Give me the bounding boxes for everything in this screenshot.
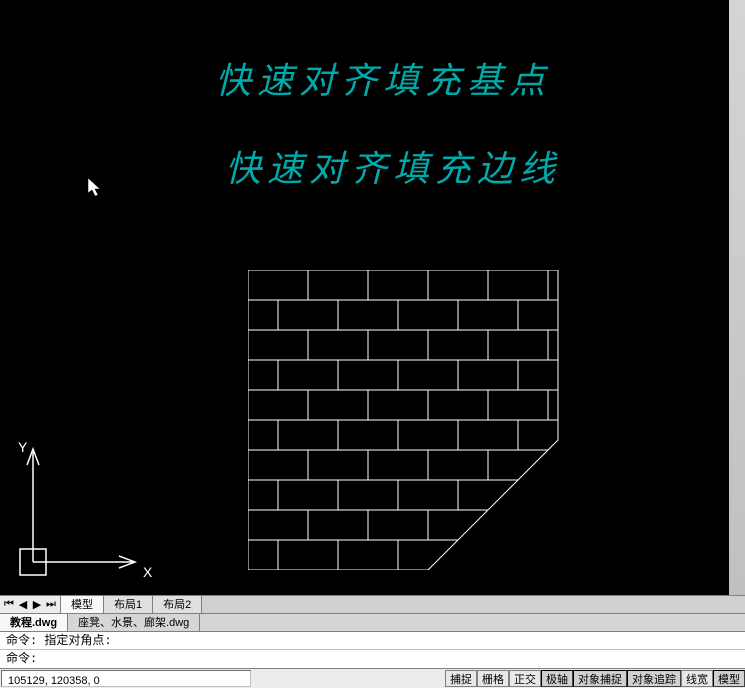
toggle-model[interactable]: 模型 (713, 670, 745, 687)
command-prompt-line[interactable]: 命令: (0, 650, 745, 668)
toggle-grid[interactable]: 栅格 (477, 670, 509, 687)
toggle-lwt[interactable]: 线宽 (681, 670, 713, 687)
status-bar: 105129, 120358, 0 捕捉 栅格 正交 极轴 对象捕捉 对象追踪 … (0, 668, 745, 688)
toggle-snap[interactable]: 捕捉 (445, 670, 477, 687)
status-coordinates[interactable]: 105129, 120358, 0 (1, 670, 251, 687)
ucs-icon (15, 437, 145, 587)
toggle-polar[interactable]: 极轴 (541, 670, 573, 687)
layout-tab-bar: ⏮ ◀ ▶ ⏭ 模型 布局1 布局2 (0, 595, 745, 613)
nav-first-icon[interactable]: ⏮ (2, 598, 16, 612)
doc-tab-active[interactable]: 教程.dwg (0, 614, 68, 631)
nav-prev-icon[interactable]: ◀ (16, 598, 30, 612)
doc-tab-other[interactable]: 座凳、水景、廊架.dwg (68, 614, 200, 631)
toggle-otrack[interactable]: 对象追踪 (627, 670, 681, 687)
drawing-canvas[interactable]: 快速对齐填充基点 快速对齐填充边线 (0, 0, 745, 595)
document-tab-bar: 教程.dwg 座凳、水景、廊架.dwg (0, 613, 745, 631)
status-filler (252, 669, 445, 688)
annotation-text-2: 快速对齐填充边线 (225, 140, 561, 192)
command-history-line: 命令: 指定对角点: (0, 632, 745, 650)
nav-last-icon[interactable]: ⏭ (44, 598, 58, 612)
toggle-osnap[interactable]: 对象捕捉 (573, 670, 627, 687)
toggle-ortho[interactable]: 正交 (509, 670, 541, 687)
hatch-brick-shape (248, 270, 568, 570)
tab-layout2[interactable]: 布局2 (153, 596, 202, 613)
layout-tabs-filler (202, 596, 745, 613)
ucs-y-label: Y (18, 439, 27, 455)
tab-model[interactable]: 模型 (61, 596, 104, 613)
cursor-icon (88, 178, 104, 198)
nav-next-icon[interactable]: ▶ (30, 598, 44, 612)
ucs-x-label: X (143, 564, 152, 580)
command-window[interactable]: 命令: 指定对角点: 命令: (0, 631, 745, 668)
layout-nav-buttons: ⏮ ◀ ▶ ⏭ (0, 596, 61, 613)
tab-layout1[interactable]: 布局1 (104, 596, 153, 613)
status-toggles-group: 捕捉 栅格 正交 极轴 对象捕捉 对象追踪 线宽 模型 (445, 669, 745, 688)
annotation-text-1: 快速对齐填充基点 (215, 52, 551, 104)
